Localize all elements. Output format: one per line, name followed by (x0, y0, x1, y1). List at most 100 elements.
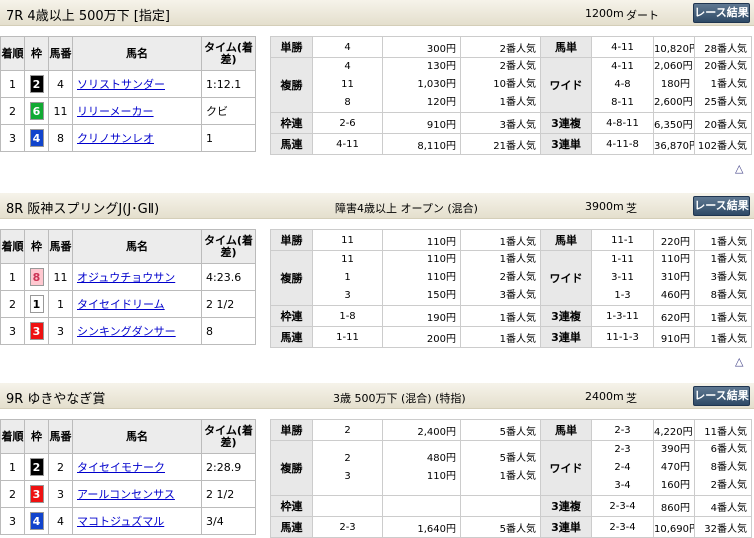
horse-number: 1 (48, 290, 73, 318)
result-row: 3 3 3 シンキングダンサー 8 (0, 317, 256, 345)
wakuren-popularity: 3番人気 (460, 112, 541, 134)
payout-line: 160円 (660, 480, 690, 491)
horse-name-link[interactable]: クリノサンレオ (77, 132, 154, 145)
frame-badge: 1 (29, 295, 44, 313)
finish-rank: 1 (0, 263, 25, 291)
bet-type-sanrentan: 3連単 (540, 326, 592, 348)
race-result-button[interactable]: レース結果 (693, 3, 750, 23)
race-result-button[interactable]: レース結果 (693, 386, 750, 406)
sanrentan-numbers: 4-11-8 (591, 133, 654, 155)
result-row: 3 4 4 マコトジュズマル 3/4 (0, 507, 256, 535)
payout-line: 130円 (426, 61, 456, 72)
tansho-popularity: 1番人気 (460, 229, 541, 251)
horse-number: 3 (48, 317, 73, 345)
tansho-numbers: 2 (312, 419, 383, 441)
payout-line: 2-4 (614, 462, 631, 473)
payout-line: 2-3 (614, 444, 631, 455)
bet-type-umaren: 馬連 (270, 133, 313, 155)
header-horse-no: 馬番 (48, 419, 73, 454)
horse-name-link[interactable]: ソリストサンダー (77, 78, 165, 91)
payout-row: 枠連 3連複 2-3-4 860円 4番人気 (270, 495, 752, 517)
race-surface: ダート (626, 9, 659, 22)
header-horse-no: 馬番 (48, 36, 73, 71)
wakuren-payout (382, 495, 461, 517)
payout-line: 2番人気 (710, 480, 747, 491)
wakuren-numbers: 2-6 (312, 112, 383, 134)
sanrentan-popularity: 32番人気 (694, 516, 752, 538)
fukusho-payout: 130円 1,030円 120円 (382, 57, 461, 113)
bet-type-wakuren: 枠連 (270, 495, 313, 517)
payout-line: 4-11 (611, 61, 634, 72)
horse-name-link[interactable]: タイセイドリーム (77, 298, 165, 311)
payout-line: 470円 (660, 462, 690, 473)
payout-line: 2,600円 (654, 97, 693, 108)
payout-row: 枠連 2-6 910円 3番人気 3連複 4-8-11 6,350円 20番人気 (270, 112, 752, 134)
results-header-row: 着順枠馬番 馬名 タイム(着差) (0, 419, 256, 454)
umatan-numbers: 2-3 (591, 419, 654, 441)
bet-type-tansho: 単勝 (270, 229, 313, 251)
wide-popularity: 6番人気 8番人気 2番人気 (694, 440, 752, 496)
bet-type-fukusho: 複勝 (270, 57, 313, 113)
horse-name-cell: リリーメーカー (72, 97, 202, 125)
payout-row: 馬連 4-11 8,110円 21番人気 3連単 4-11-8 36,870円 102番人気 (270, 133, 752, 155)
finish-time: 2 1/2 (201, 290, 256, 318)
wide-numbers: 1-11 3-11 1-3 (591, 250, 654, 306)
bet-type-tansho: 単勝 (270, 419, 313, 441)
frame-badge: 6 (29, 102, 44, 120)
horse-number: 11 (48, 263, 73, 291)
results-table: 着順枠馬番 馬名 タイム(着差) 1 2 4 ソリストサンダー 1:12.1 2 6 11 リリーメー… (0, 36, 256, 152)
scroll-top-icon[interactable]: △ (735, 355, 743, 368)
frame-cell: 2 (24, 70, 49, 98)
wide-popularity: 20番人気 1番人気 25番人気 (694, 57, 752, 113)
horse-name-cell: ソリストサンダー (72, 70, 202, 98)
horse-name-link[interactable]: オジュウチョウサン (77, 271, 175, 284)
payout-line: 120円 (426, 97, 456, 108)
payout-line: 310円 (660, 272, 690, 283)
payout-row: 単勝 4 300円 2番人気 馬単 4-11 10,820円 28番人気 (270, 36, 752, 58)
payout-line: 2番人気 (499, 61, 536, 72)
payout-line: 5番人気 (499, 453, 536, 464)
finish-rank: 1 (0, 453, 25, 481)
race-condition: 障害4歳以上 オープン (混合) (335, 202, 478, 215)
payout-line: 25番人気 (704, 97, 747, 108)
results-table: 着順枠馬番 馬名 タイム(着差) 1 2 2 タイセイモナーク 2:28.9 2 3 3 アールコンセ… (0, 419, 256, 535)
payout-line: 2 (344, 453, 351, 464)
result-row: 2 6 11 リリーメーカー クビ (0, 97, 256, 125)
sanrentan-payout: 910円 (653, 326, 695, 348)
horse-name-link[interactable]: マコトジュズマル (77, 515, 164, 528)
scroll-top-icon[interactable]: △ (735, 162, 743, 175)
frame-cell: 4 (24, 124, 49, 152)
race-distance: 3900m (585, 200, 624, 213)
header-finish: 着順 (0, 229, 25, 264)
sanrenpuku-popularity: 4番人気 (694, 495, 752, 517)
bet-type-fukusho: 複勝 (270, 440, 313, 496)
tansho-payout: 300円 (382, 36, 461, 58)
horse-name-link[interactable]: タイセイモナーク (77, 461, 165, 474)
payout-line: 110円 (426, 272, 456, 283)
race-header: 7R 4歳以上 500万下 [指定] 1200m ダート レース結果 (0, 0, 754, 26)
horse-name-link[interactable]: リリーメーカー (77, 105, 154, 118)
wakuren-payout: 910円 (382, 112, 461, 134)
horse-name-link[interactable]: アールコンセンサス (77, 488, 175, 501)
race-result-button[interactable]: レース結果 (693, 196, 750, 216)
payout-line: 3-11 (611, 272, 634, 283)
wakuren-popularity (460, 495, 541, 517)
results-table: 着順枠馬番 馬名 タイム(着差) 1 8 11 オジュウチョウサン 4:23.6 2 1 1 タイセイ… (0, 229, 256, 345)
bet-type-umatan: 馬単 (540, 229, 592, 251)
umaren-numbers: 2-3 (312, 516, 383, 538)
payout-line: 3番人気 (710, 272, 747, 283)
header-frame: 枠 (24, 419, 49, 454)
payout-line: 1番人気 (499, 254, 536, 265)
header-horse-name: 馬名 (72, 229, 202, 264)
fukusho-numbers: 11 1 3 (312, 250, 383, 306)
tansho-numbers: 4 (312, 36, 383, 58)
payout-line: 2,060円 (654, 61, 693, 72)
payout-table: 単勝 11 110円 1番人気 馬単 11-1 220円 1番人気 複勝 11 1 3 110円 110円… (270, 229, 752, 348)
frame-cell: 1 (24, 290, 49, 318)
sanrenpuku-numbers: 2-3-4 (591, 495, 654, 517)
horse-name-link[interactable]: シンキングダンサー (77, 325, 176, 338)
bet-type-wide: ワイド (540, 57, 592, 113)
header-frame: 枠 (24, 36, 49, 71)
bet-type-umaren: 馬連 (270, 516, 313, 538)
payout-line: 3 (344, 471, 351, 482)
